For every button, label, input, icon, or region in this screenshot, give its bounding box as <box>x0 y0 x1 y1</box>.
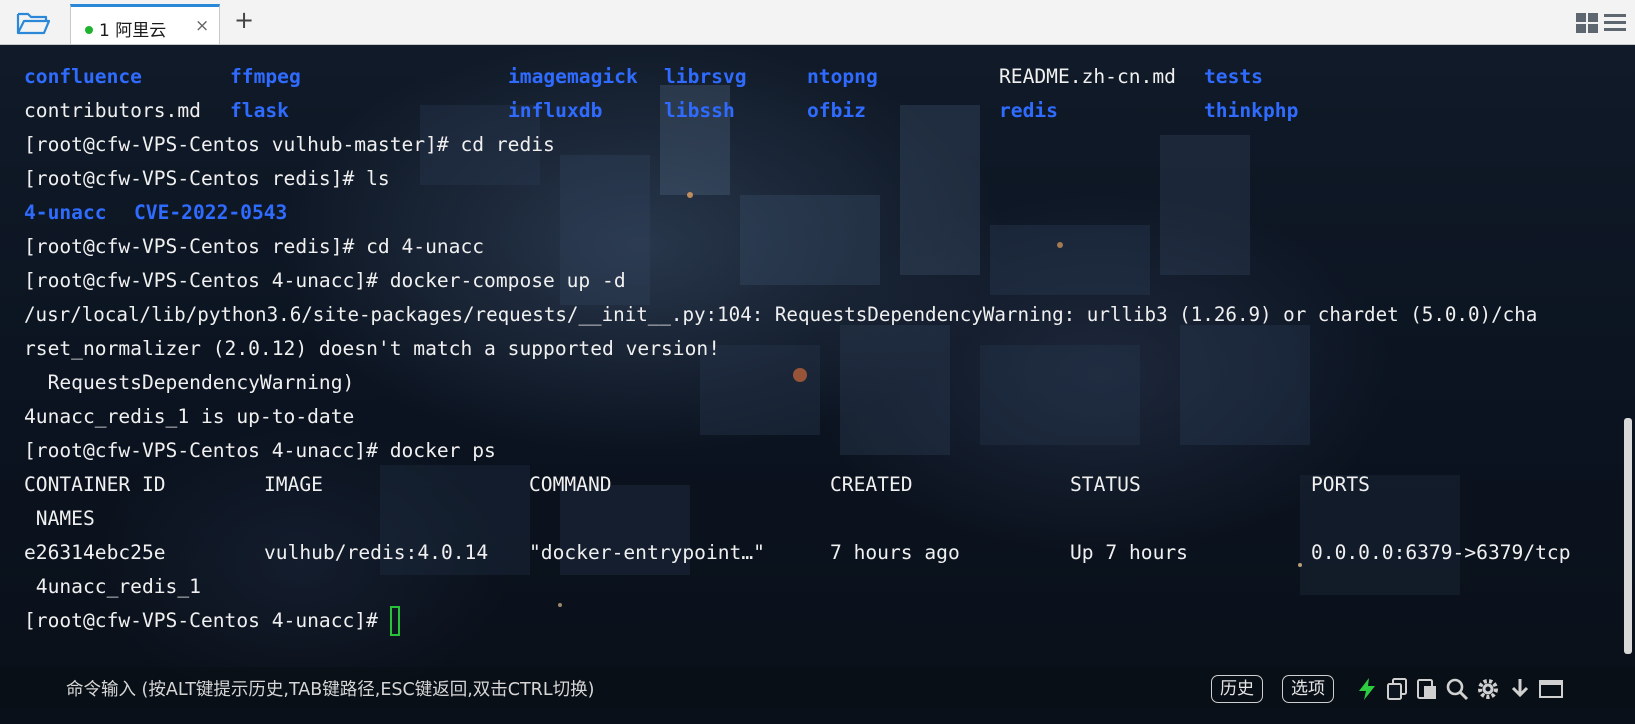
column-header: CONTAINER ID <box>24 473 166 496</box>
table-cell: "docker-entrypoint…" <box>529 541 765 564</box>
history-button[interactable]: 历史 <box>1211 675 1263 703</box>
scrollbar[interactable] <box>1624 418 1632 654</box>
layout-grid-icon[interactable] <box>1576 13 1598 33</box>
directory-entry: ntopng <box>807 65 878 88</box>
directory-entry: imagemagick <box>508 65 638 88</box>
docker-ps-row: e26314ebc25e vulhub/redis:4.0.14 "docker… <box>24 538 1584 568</box>
options-button[interactable]: 选项 <box>1282 675 1334 703</box>
terminal-area[interactable]: confluence ffmpeg imagemagick librsvg nt… <box>0 45 1635 724</box>
listing-row: confluence ffmpeg imagemagick librsvg nt… <box>24 62 1324 92</box>
menu-icon[interactable] <box>1604 14 1626 32</box>
table-cell: e26314ebc25e <box>24 541 166 564</box>
session-tab-aliyun[interactable]: 1 阿里云 × <box>70 4 220 44</box>
directory-entry: 4-unacc <box>24 201 107 224</box>
terminal-prompt[interactable]: [root@cfw-VPS-Centos 4-unacc]# <box>24 606 390 636</box>
table-cell: Up 7 hours <box>1070 541 1188 564</box>
command-input[interactable]: 命令输入 (按ALT键提示历史,TAB键路径,ESC键返回,双击CTRL切换) <box>66 676 594 701</box>
terminal-line: [root@cfw-VPS-Centos vulhub-master]# cd … <box>24 133 555 156</box>
download-icon[interactable] <box>1507 676 1533 702</box>
add-tab-button[interactable]: + <box>234 8 254 32</box>
table-cell: vulhub/redis:4.0.14 <box>264 541 489 564</box>
column-header: CREATED <box>830 473 913 496</box>
column-header: IMAGE <box>264 473 323 496</box>
command-input-bar[interactable]: 命令输入 (按ALT键提示历史,TAB键路径,ESC键返回,双击CTRL切换) … <box>0 667 1635 709</box>
directory-entry: flask <box>230 99 289 122</box>
paste-icon[interactable] <box>1414 676 1440 702</box>
table-cell: 7 hours ago <box>830 541 960 564</box>
terminal-line: [root@cfw-VPS-Centos redis]# cd 4-unacc <box>24 235 485 258</box>
table-cell: 4unacc_redis_1 <box>24 575 201 598</box>
lightning-icon[interactable] <box>1354 676 1380 702</box>
terminal-line: 4unacc_redis_1 is up-to-date <box>24 405 355 428</box>
directory-entry: redis <box>999 99 1058 122</box>
directory-entry: influxdb <box>508 99 603 122</box>
directory-entry: libssh <box>664 99 735 122</box>
text-cursor <box>390 606 400 636</box>
directory-entry: CVE-2022-0543 <box>134 201 288 224</box>
directory-entry: ofbiz <box>807 99 866 122</box>
tab-bar: 1 阿里云 × + <box>0 0 1635 45</box>
table-cell: 0.0.0.0:6379->6379/tcp <box>1311 541 1571 564</box>
column-header: PORTS <box>1311 473 1370 496</box>
copy-icon[interactable] <box>1384 676 1410 702</box>
session-tab-label: 1 阿里云 <box>99 21 167 41</box>
directory-entry: thinkphp <box>1204 99 1299 122</box>
listing-row: contributors.md flask influxdb libssh of… <box>24 96 1324 126</box>
column-header: NAMES <box>24 507 95 530</box>
directory-entry: confluence <box>24 65 142 88</box>
terminal-line: [root@cfw-VPS-Centos 4-unacc]# docker ps <box>24 439 496 462</box>
terminal-line: [root@cfw-VPS-Centos redis]# ls <box>24 167 390 190</box>
terminal-line: /usr/local/lib/python3.6/site-packages/r… <box>24 303 1538 326</box>
docker-ps-header: CONTAINER ID IMAGE COMMAND CREATED STATU… <box>24 470 1524 500</box>
terminal-line: rset_normalizer (2.0.12) doesn't match a… <box>24 337 720 360</box>
search-icon[interactable] <box>1444 676 1470 702</box>
window-icon[interactable] <box>1538 676 1564 702</box>
terminal-line: RequestsDependencyWarning) <box>24 371 355 394</box>
folder-open-icon[interactable] <box>16 10 50 36</box>
close-tab-icon[interactable]: × <box>195 16 209 36</box>
directory-entry: librsvg <box>664 65 747 88</box>
column-header: STATUS <box>1070 473 1141 496</box>
ls-output-row: 4-unacc CVE-2022-0543 <box>24 198 424 228</box>
column-header: COMMAND <box>529 473 612 496</box>
directory-entry: tests <box>1204 65 1263 88</box>
directory-entry: ffmpeg <box>230 65 301 88</box>
terminal-line: [root@cfw-VPS-Centos 4-unacc]# docker-co… <box>24 269 626 292</box>
connection-status-icon <box>85 26 93 34</box>
file-entry: README.zh-cn.md <box>999 65 1176 88</box>
gear-icon[interactable] <box>1475 676 1501 702</box>
file-entry: contributors.md <box>24 99 201 122</box>
